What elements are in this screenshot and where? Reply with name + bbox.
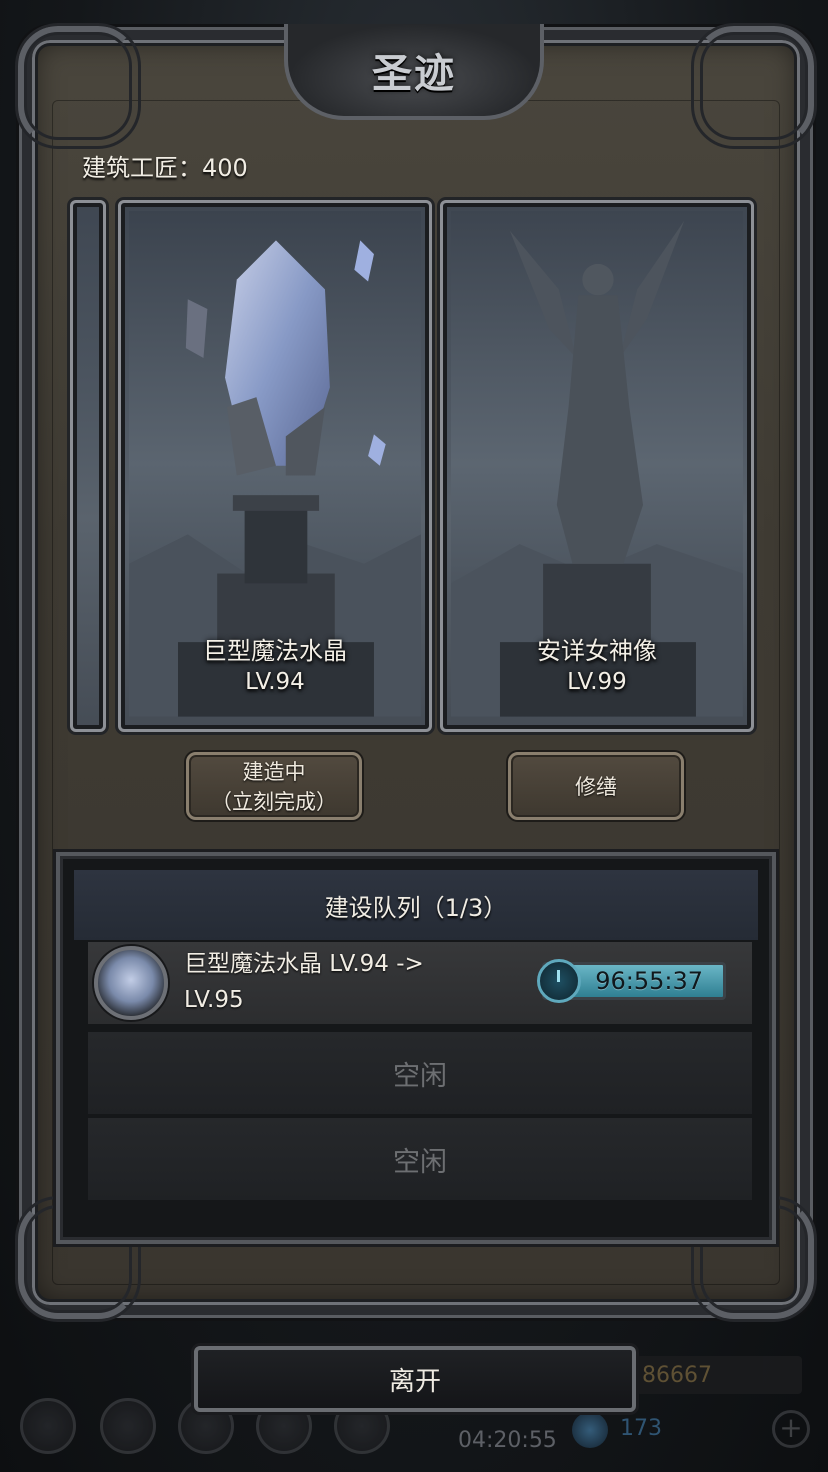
idle-label: 空闲 [393,1060,447,1092]
builders-count: 建筑工匠：400 [82,154,248,182]
repair-label: 修缮 [575,775,617,799]
gem-icon [572,1412,608,1448]
frame-ornament [18,26,138,146]
clock: 04:20:55 [458,1428,557,1453]
leave-button[interactable]: 离开 [194,1346,636,1412]
title-plate: 圣迹 [284,24,544,120]
resource-counter: 86667 [636,1356,802,1394]
build-queue-panel: 建设队列（1/3） 巨型魔法水晶 LV.94 -> LV.95 96:55:37… [56,852,776,1244]
finish-now-label: （立刻完成） [211,790,337,814]
clock-icon [537,959,581,1003]
settings-icon[interactable] [20,1398,76,1454]
queue-task-text: 巨型魔法水晶 LV.94 -> LV.95 [184,951,424,1013]
resource-value: 86667 [642,1362,712,1388]
crystal-icon [94,946,168,1020]
repair-button[interactable]: 修缮 [508,752,684,820]
building-card-partial[interactable] [70,200,106,732]
queue-timer: 96:55:37 [537,959,726,1003]
queue-slot-active[interactable]: 巨型魔法水晶 LV.94 -> LV.95 96:55:37 [88,942,752,1024]
building-card-statue[interactable]: 安详女神像 LV.99 [440,200,754,732]
building-level: LV.99 [567,669,627,695]
building-name: 安详女神像 [537,637,657,665]
build-status-label: 建造中 [242,760,306,784]
star-icon[interactable] [100,1398,156,1454]
gem-count: 173 [620,1416,662,1441]
queue-slot-idle: 空闲 [88,1032,752,1114]
idle-label: 空闲 [393,1146,447,1178]
frame-ornament [694,26,814,146]
queue-slot-idle: 空闲 [88,1118,752,1200]
building-level: LV.94 [245,669,305,695]
queue-title: 建设队列（1/3） [74,870,758,940]
add-gem-button[interactable]: + [772,1410,810,1448]
finish-now-button[interactable]: 建造中 （立刻完成） [186,752,362,820]
dialog-title: 圣迹 [372,50,456,97]
building-name: 巨型魔法水晶 [203,637,347,665]
leave-label: 离开 [388,1366,441,1397]
timer-value: 96:55:37 [595,967,703,995]
building-card-crystal[interactable]: 巨型魔法水晶 LV.94 [118,200,432,732]
